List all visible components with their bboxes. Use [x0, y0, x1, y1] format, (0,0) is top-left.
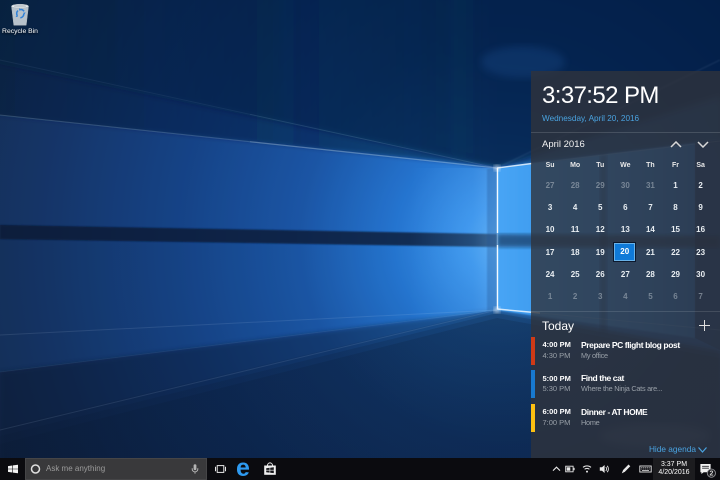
svg-text:2: 2	[709, 471, 713, 478]
